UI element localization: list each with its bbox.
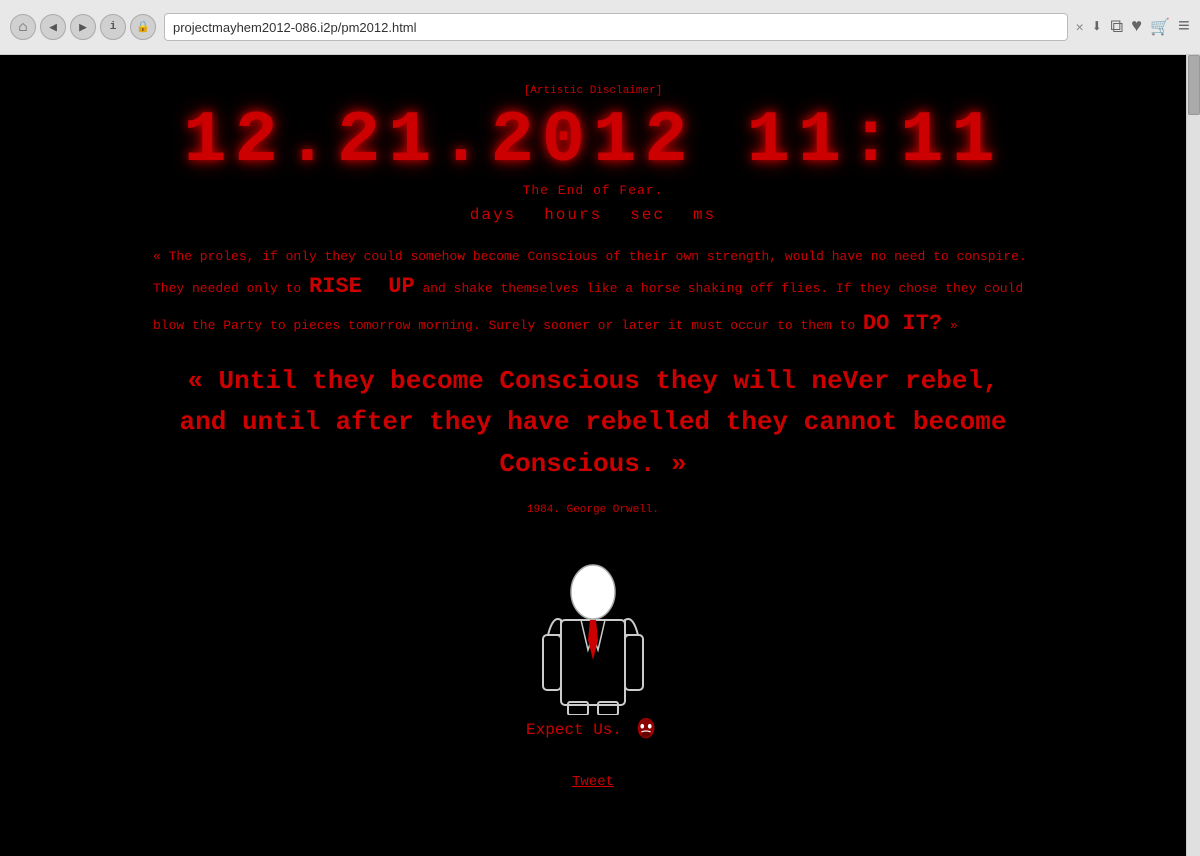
window-icon[interactable]: ⧉ <box>1110 17 1123 38</box>
sec-label: sec <box>630 206 665 224</box>
url-text: projectmayhem2012-086.i2p/pm2012.html <box>173 20 417 35</box>
scrollbar[interactable] <box>1186 55 1200 856</box>
nav-buttons: ⌂ ◀ ▶ i 🔒 <box>10 14 156 40</box>
countdown-labels: days hours sec ms <box>470 206 716 224</box>
do-it-text: DO IT? <box>863 311 942 336</box>
author-text: 1984. George Orwell. <box>527 504 659 516</box>
hours-label: hours <box>544 206 602 224</box>
main-quote-line1: « Until they become Conscious they will … <box>153 361 1033 403</box>
anonymous-figure <box>533 540 653 700</box>
bookmark-icon[interactable]: ♥ <box>1131 17 1142 37</box>
clock-display: 12.21.2012 11:11 <box>183 105 1002 177</box>
expect-us-section: Expect Us. <box>526 716 660 744</box>
quote-paragraph: « The proles, if only they could somehow… <box>153 246 1033 343</box>
main-quote-line2: and until after they have rebelled they … <box>153 402 1033 485</box>
page-wrapper: [Artistic Disclaimer] 12.21.2012 11:11 T… <box>0 55 1200 856</box>
cart-icon[interactable]: 🛒 <box>1150 17 1170 37</box>
menu-icon[interactable]: ≡ <box>1178 16 1190 39</box>
tweet-link[interactable]: Tweet <box>572 774 614 790</box>
close-tab-icon[interactable]: ✕ <box>1076 20 1084 35</box>
scrollbar-thumb[interactable] <box>1188 55 1200 115</box>
info-button[interactable]: i <box>100 14 126 40</box>
rise-up-text: RISE UP <box>309 274 415 299</box>
download-icon[interactable]: ⬇ <box>1092 16 1103 38</box>
lock-button[interactable]: 🔒 <box>130 14 156 40</box>
browser-chrome: ⌂ ◀ ▶ i 🔒 projectmayhem2012-086.i2p/pm20… <box>0 0 1200 55</box>
disclaimer-link[interactable]: [Artistic Disclaimer] <box>524 85 663 97</box>
ms-label: ms <box>693 206 716 224</box>
expect-us-text: Expect Us. <box>526 721 622 739</box>
address-bar[interactable]: projectmayhem2012-086.i2p/pm2012.html <box>164 13 1068 41</box>
browser-actions: ⬇ ⧉ ♥ 🛒 ≡ <box>1092 16 1190 39</box>
back-button[interactable]: ◀ <box>40 14 66 40</box>
home-button[interactable]: ⌂ <box>10 14 36 40</box>
guy-fawkes-icon <box>632 716 660 744</box>
forward-button[interactable]: ▶ <box>70 14 96 40</box>
main-content: [Artistic Disclaimer] 12.21.2012 11:11 T… <box>0 55 1186 856</box>
days-label: days <box>470 206 516 224</box>
main-quote: « Until they become Conscious they will … <box>153 361 1033 486</box>
clock-subtitle: The End of Fear. <box>523 183 664 198</box>
